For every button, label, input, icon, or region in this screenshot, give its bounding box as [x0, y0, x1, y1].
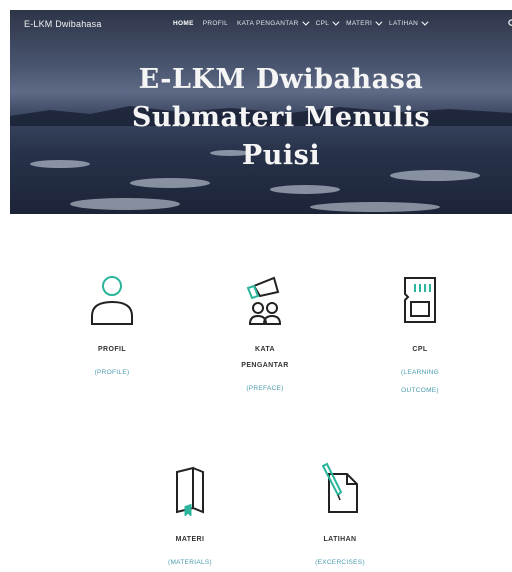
memory-card-icon — [404, 277, 436, 323]
feature-materi-sub[interactable]: (MATERIALS) — [130, 554, 250, 572]
feature-cpl-label: CPL — [412, 346, 428, 353]
audience-icon — [246, 276, 282, 325]
hero-title-line-1: E-LKM Dwibahasa — [138, 64, 424, 95]
feature-kata-pengantar-sub[interactable]: (PREFACE) — [205, 380, 325, 398]
ice-floe — [130, 178, 210, 188]
nav-item-cpl[interactable]: CPL — [316, 18, 340, 27]
hero-title: E-LKM Dwibahasa Submateri Menulis Puisi — [30, 61, 512, 175]
book-icon — [176, 466, 204, 516]
feature-materi-label: MATERI — [175, 536, 205, 543]
chevron-down-icon — [375, 18, 383, 26]
feature-kata-pengantar-label-2: PENGANTAR — [241, 362, 289, 369]
nav-item-kata-pengantar[interactable]: KATA PENGANTAR — [237, 18, 310, 27]
feature-kata-pengantar[interactable]: KATA PENGANTAR (PREFACE) — [205, 272, 325, 398]
chevron-down-icon — [302, 18, 310, 26]
hero-title-line-2: Submateri Menulis — [131, 102, 431, 133]
ice-floe — [70, 198, 180, 210]
ice-floe — [270, 185, 340, 194]
feature-profil[interactable]: PROFIL (PROFILE) — [52, 272, 172, 382]
nav-item-latihan[interactable]: LATIHAN — [389, 18, 429, 27]
nav-item-profil[interactable]: PROFIL — [203, 20, 228, 27]
site-brand[interactable]: E-LKM Dwibahasa — [24, 19, 102, 29]
nav-menu: HOME PROFIL KATA PENGANTAR CPL MATERI LA… — [173, 18, 429, 27]
feature-cpl-sub-1: (LEARNING — [400, 369, 440, 376]
feature-cpl[interactable]: CPL (LEARNING OUTCOME) — [360, 272, 480, 400]
hero-title-line-3: Puisi — [241, 140, 321, 171]
chevron-down-icon — [421, 18, 429, 26]
nav-item-materi[interactable]: MATERI — [346, 18, 383, 27]
feature-kata-pengantar-label: KATA PENGANTAR — [205, 342, 325, 374]
document-pen-icon — [321, 462, 358, 513]
ice-floe — [310, 202, 440, 212]
feature-cpl-sub-2: OUTCOME) — [401, 387, 439, 394]
feature-cpl-sub[interactable]: (LEARNING OUTCOME) — [360, 364, 480, 400]
search-icon[interactable] — [508, 19, 512, 28]
feature-latihan-label: LATIHAN — [323, 536, 357, 543]
feature-materi[interactable]: MATERI (MATERIALS) — [130, 462, 250, 572]
user-icon — [91, 276, 133, 325]
hero-banner: E-LKM Dwibahasa HOME PROFIL KATA PENGANT… — [10, 10, 512, 214]
feature-latihan-sub[interactable]: (EXCERCISES) — [280, 554, 400, 572]
chevron-down-icon — [332, 18, 340, 26]
top-navbar: E-LKM Dwibahasa HOME PROFIL KATA PENGANT… — [10, 10, 512, 38]
feature-kata-pengantar-label-1: KATA — [254, 346, 275, 353]
nav-item-home[interactable]: HOME — [173, 20, 194, 27]
feature-profil-sub[interactable]: (PROFILE) — [52, 364, 172, 382]
feature-profil-label: PROFIL — [97, 346, 127, 353]
feature-latihan[interactable]: LATIHAN (EXCERCISES) — [280, 462, 400, 572]
